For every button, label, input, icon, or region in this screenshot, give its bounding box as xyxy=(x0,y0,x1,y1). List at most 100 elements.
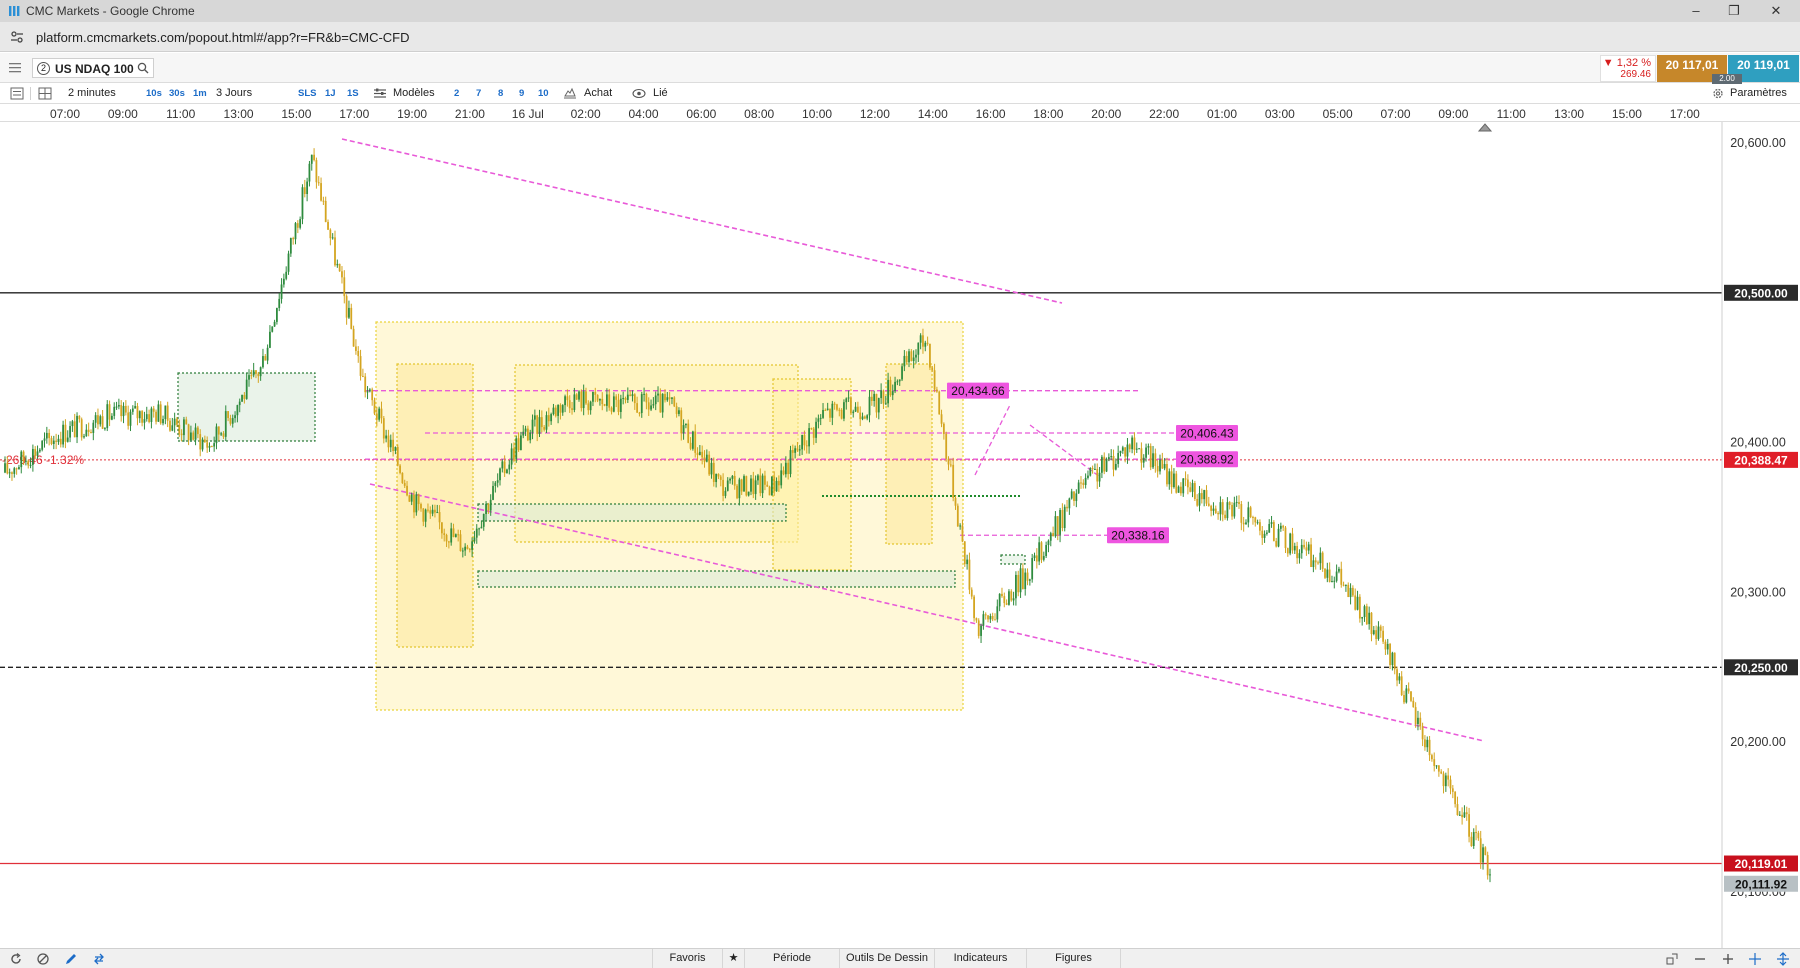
close-icon[interactable]: ✕ xyxy=(1766,2,1786,20)
candle-body xyxy=(378,408,381,420)
tab-figures[interactable]: Figures xyxy=(1026,949,1121,968)
time-axis-label: 11:00 xyxy=(166,107,196,121)
candle-body xyxy=(429,510,432,514)
candle-body xyxy=(738,479,741,499)
range-preset-1s[interactable]: 1S xyxy=(347,88,359,99)
candle-body xyxy=(815,421,817,438)
candle-body xyxy=(1472,832,1475,847)
candle-body xyxy=(1003,596,1006,604)
candle-body xyxy=(410,494,413,502)
candle-body xyxy=(313,154,315,161)
arrows-icon[interactable] xyxy=(92,952,106,966)
candle-body xyxy=(187,424,190,441)
candle-body xyxy=(1370,612,1373,635)
candle-body xyxy=(1121,447,1124,451)
candle-body xyxy=(617,399,620,412)
candle-body xyxy=(705,454,708,462)
candle-body xyxy=(48,432,51,439)
shape-tools-icon[interactable] xyxy=(1665,952,1679,966)
candle-body xyxy=(682,425,685,434)
minimize-icon[interactable]: – xyxy=(1686,2,1706,20)
candle-body xyxy=(329,229,332,239)
candle-body xyxy=(698,451,701,455)
settings-button[interactable]: Paramètres xyxy=(1730,87,1787,99)
instrument-selector[interactable]: 2 US NDAQ 100 xyxy=(32,58,154,78)
list-view-icon[interactable] xyxy=(10,87,24,100)
buy-toggle[interactable]: Achat xyxy=(584,87,612,99)
candle-body xyxy=(657,393,659,396)
interval-preset-10s[interactable]: 10s xyxy=(146,88,162,99)
candle-body xyxy=(50,438,53,444)
candle-body xyxy=(1470,836,1473,847)
template-2[interactable]: 2 xyxy=(454,88,459,99)
interval-preset-1m[interactable]: 1m xyxy=(193,88,207,99)
range-preset-sls[interactable]: SLS xyxy=(298,88,316,99)
candle-body xyxy=(1354,595,1357,610)
layout-grid-icon[interactable] xyxy=(38,87,52,100)
buy-hand-icon[interactable] xyxy=(563,87,577,100)
candle-body xyxy=(87,429,90,433)
candle-body xyxy=(57,438,60,442)
candle-body xyxy=(1482,847,1484,863)
range-preset-1j[interactable]: 1J xyxy=(325,88,336,99)
price-chart[interactable]: -269.46 -1.32% 20,600.00 20,400.00 20,300.… xyxy=(0,122,1800,948)
restore-icon[interactable]: ❐ xyxy=(1724,2,1744,20)
candle-body xyxy=(891,391,894,396)
crosshair-icon[interactable] xyxy=(1748,952,1762,966)
candle-body xyxy=(919,335,922,343)
tab-indicators[interactable]: Indicateurs xyxy=(934,949,1026,968)
candle-body xyxy=(761,475,764,494)
fit-chart-icon[interactable] xyxy=(1776,952,1790,966)
tab-drawing-tools[interactable]: Outils De Dessin xyxy=(839,949,934,968)
candle-body xyxy=(643,393,645,395)
candle-body xyxy=(417,494,420,505)
template-9[interactable]: 9 xyxy=(519,88,524,99)
star-icon[interactable]: ★ xyxy=(722,949,744,968)
template-7[interactable]: 7 xyxy=(476,88,481,99)
candle-body xyxy=(1303,544,1305,548)
search-icon[interactable] xyxy=(137,62,149,74)
tab-favorites[interactable]: Favoris xyxy=(652,949,722,968)
candle-body xyxy=(364,376,367,393)
templates-icon[interactable] xyxy=(373,87,387,100)
time-axis-label: 11:00 xyxy=(1496,107,1526,121)
site-settings-icon[interactable] xyxy=(10,30,24,44)
candle-body xyxy=(859,412,862,420)
candle-body xyxy=(631,394,634,397)
template-10[interactable]: 10 xyxy=(538,88,549,99)
candle-body xyxy=(603,404,606,406)
candle-body xyxy=(952,464,955,498)
candle-body xyxy=(406,485,408,496)
candle-body xyxy=(71,421,74,427)
range-select[interactable]: 3 Jours xyxy=(216,87,252,99)
candle-body xyxy=(338,263,341,272)
candle-body xyxy=(1217,513,1219,515)
linked-toggle[interactable]: Lié xyxy=(653,87,668,99)
candle-body xyxy=(238,401,241,406)
refresh-icon[interactable] xyxy=(9,952,23,966)
candle-body xyxy=(394,446,397,451)
block-icon[interactable] xyxy=(36,952,50,966)
candle-body xyxy=(1133,437,1136,450)
zoom-in-icon[interactable] xyxy=(1721,952,1735,966)
gear-icon[interactable] xyxy=(1711,87,1725,100)
candle-body xyxy=(466,546,469,549)
candle-body xyxy=(136,406,139,419)
tab-period[interactable]: Période xyxy=(744,949,839,968)
candle-body xyxy=(1203,490,1206,500)
candle-body xyxy=(685,423,687,426)
interval-select[interactable]: 2 minutes xyxy=(68,87,116,99)
pencil-icon[interactable] xyxy=(64,952,78,966)
interval-preset-30s[interactable]: 30s xyxy=(169,88,185,99)
candle-body xyxy=(97,415,99,425)
candle-body xyxy=(1140,448,1143,463)
linked-eye-icon[interactable] xyxy=(632,87,646,100)
templates-label[interactable]: Modèles xyxy=(393,87,435,99)
candle-body xyxy=(1228,502,1231,505)
hamburger-menu-icon[interactable] xyxy=(8,62,22,74)
candle-body xyxy=(961,525,964,542)
template-8[interactable]: 8 xyxy=(498,88,503,99)
zoom-out-icon[interactable] xyxy=(1693,952,1707,966)
candle-body xyxy=(789,450,792,475)
url-text[interactable]: platform.cmcmarkets.com/popout.html#/app… xyxy=(36,30,410,45)
